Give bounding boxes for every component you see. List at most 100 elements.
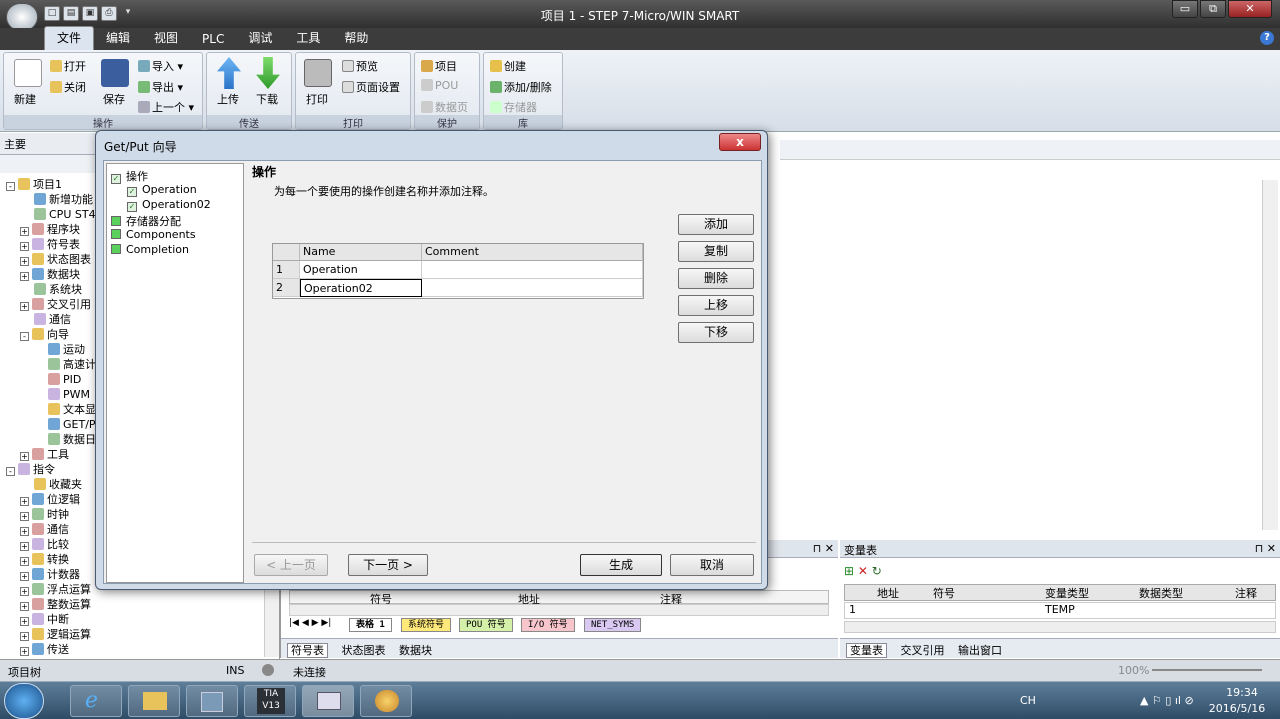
start-button[interactable] xyxy=(4,683,44,719)
tree-item[interactable]: - 项目1 xyxy=(6,177,62,192)
collapse-icon[interactable]: - xyxy=(6,182,15,191)
taskbar-app[interactable] xyxy=(186,685,238,717)
import-button[interactable]: 导入 ▾ xyxy=(138,58,183,74)
expand-icon[interactable]: + xyxy=(20,647,29,656)
sheet-tab-system[interactable]: 系统符号 xyxy=(401,618,452,632)
tree-item[interactable]: + 位逻辑 xyxy=(20,492,80,507)
tray-time[interactable]: 19:34 xyxy=(1212,686,1272,699)
ime-indicator[interactable]: CH xyxy=(1020,694,1036,707)
tab-edit[interactable]: 编辑 xyxy=(94,27,142,50)
print-button[interactable]: 打印 xyxy=(306,91,328,107)
taskbar-tia[interactable]: TIA V13 xyxy=(244,685,296,717)
tree-item[interactable]: + 中断 xyxy=(20,612,69,627)
tree-item[interactable]: + 交叉引用 xyxy=(20,297,91,312)
tree-item[interactable]: CPU ST40 xyxy=(34,207,103,222)
tree-item[interactable]: PWM xyxy=(48,387,90,402)
sheet-tab-pou[interactable]: POU 符号 xyxy=(459,618,513,632)
footer-tab-status-chart[interactable]: 状态图表 xyxy=(342,644,386,657)
library-memory-button[interactable]: 存储器 xyxy=(490,99,537,115)
protect-project-button[interactable]: 项目 xyxy=(421,58,457,74)
sheet-tab-io[interactable]: I/O 符号 xyxy=(521,618,575,632)
tree-item[interactable]: 收藏夹 xyxy=(34,477,82,492)
editor-scrollbar[interactable] xyxy=(1262,180,1278,530)
expand-icon[interactable]: + xyxy=(20,557,29,566)
var-panel-controls[interactable]: ⊓ ✕ xyxy=(1255,542,1276,555)
sheet-nav-arrows[interactable]: |◀ ◀ ▶ ▶| xyxy=(289,618,331,628)
download-button[interactable]: 下载 xyxy=(256,91,278,107)
tree-item[interactable]: + 逻辑运算 xyxy=(20,627,91,642)
taskbar-ie[interactable]: ℯ xyxy=(70,685,122,717)
grid-cell-name[interactable]: Operation02 xyxy=(300,279,422,297)
tree-item[interactable]: + 转换 xyxy=(20,552,69,567)
new-icon[interactable]: □ xyxy=(44,6,60,21)
tab-help[interactable]: 帮助 xyxy=(332,27,380,50)
tree-item[interactable]: 通信 xyxy=(34,312,71,327)
tree-item[interactable]: + 时钟 xyxy=(20,507,69,522)
add-remove-library-button[interactable]: 添加/删除 xyxy=(490,79,552,95)
tree-item[interactable]: + 状态图表 xyxy=(20,252,91,267)
expand-icon[interactable]: + xyxy=(20,617,29,626)
nav-op2[interactable]: ✓ Operation02 xyxy=(127,198,211,212)
cancel-button[interactable]: 取消 xyxy=(670,554,754,576)
tab-plc[interactable]: PLC xyxy=(190,30,236,50)
grid-cell-name[interactable]: Operation xyxy=(300,261,422,279)
tree-item[interactable]: + 工具 xyxy=(20,447,69,462)
tray-icons[interactable]: ▲ ⚐ ▯ ıl ⊘ xyxy=(1140,694,1194,707)
program-editor[interactable] xyxy=(780,140,1280,535)
tree-item[interactable]: 新增功能 xyxy=(34,192,93,207)
nav-completion[interactable]: Completion xyxy=(111,243,189,256)
save-button[interactable]: 保存 xyxy=(103,91,125,107)
taskbar-explorer[interactable] xyxy=(128,685,180,717)
tree-item[interactable]: + 浮点运算 xyxy=(20,582,91,597)
delete-row-icon[interactable]: ✕ xyxy=(858,564,868,578)
nav-operations[interactable]: ✓ 操作 xyxy=(111,168,148,184)
grid-cell-comment[interactable] xyxy=(422,261,643,279)
nav-memory[interactable]: 存储器分配 xyxy=(111,213,181,229)
previous-button[interactable]: 上一个 ▾ xyxy=(138,99,194,115)
tree-item[interactable]: 运动 xyxy=(48,342,85,357)
minimize-button[interactable]: ▭ xyxy=(1172,0,1198,18)
insert-row-icon[interactable]: ⊞ xyxy=(844,564,854,578)
tree-item[interactable]: + 整数运算 xyxy=(20,597,91,612)
tab-debug[interactable]: 调试 xyxy=(236,27,284,50)
sheet-tab-table1[interactable]: 表格 1 xyxy=(349,618,392,632)
print-icon[interactable]: ⎙ xyxy=(101,6,117,21)
expand-icon[interactable]: + xyxy=(20,572,29,581)
tab-view[interactable]: 视图 xyxy=(142,27,190,50)
expand-icon[interactable]: + xyxy=(20,257,29,266)
restore-button[interactable]: ⧉ xyxy=(1200,0,1226,18)
grid-row-header[interactable]: 2 xyxy=(273,279,300,297)
tree-item[interactable]: + 数据块 xyxy=(20,267,80,282)
tree-item[interactable]: 系统块 xyxy=(34,282,82,297)
create-library-button[interactable]: 创建 xyxy=(490,58,526,74)
footer-tab-output[interactable]: 输出窗口 xyxy=(958,644,1002,657)
close-button[interactable]: ✕ xyxy=(1228,0,1272,18)
move-down-button[interactable]: 下移 xyxy=(678,322,754,343)
tree-item[interactable]: - 指令 xyxy=(6,462,55,477)
open-icon[interactable]: ▤ xyxy=(63,6,79,21)
grid-cell-comment[interactable] xyxy=(422,279,643,297)
preview-button[interactable]: 预览 xyxy=(342,58,378,74)
expand-icon[interactable]: + xyxy=(20,497,29,506)
expand-icon[interactable]: + xyxy=(20,632,29,641)
grid-row-header[interactable]: 1 xyxy=(273,261,300,279)
dialog-close-button[interactable]: x xyxy=(719,133,761,151)
tray-date[interactable]: 2016/5/16 xyxy=(1202,702,1272,715)
app-menu-button[interactable] xyxy=(6,3,38,31)
symbol-hscroll[interactable] xyxy=(289,604,829,616)
upload-button[interactable]: 上传 xyxy=(217,91,239,107)
expand-icon[interactable]: + xyxy=(20,542,29,551)
footer-tab-data-block[interactable]: 数据块 xyxy=(399,644,432,657)
close-project-button[interactable]: 关闭 xyxy=(50,79,86,95)
expand-icon[interactable]: + xyxy=(20,452,29,461)
tree-item[interactable]: + 程序块 xyxy=(20,222,80,237)
footer-tab-cross-ref[interactable]: 交叉引用 xyxy=(901,644,945,657)
add-button[interactable]: 添加 xyxy=(678,214,754,235)
save-icon[interactable]: ▣ xyxy=(82,6,98,21)
taskbar-step7[interactable] xyxy=(302,685,354,717)
tab-tools[interactable]: 工具 xyxy=(284,27,332,50)
refresh-icon[interactable]: ↻ xyxy=(872,564,882,578)
tree-item[interactable]: PID xyxy=(48,372,81,387)
collapse-icon[interactable]: - xyxy=(6,467,15,476)
var-table-row[interactable]: 1 TEMP xyxy=(844,602,1276,619)
